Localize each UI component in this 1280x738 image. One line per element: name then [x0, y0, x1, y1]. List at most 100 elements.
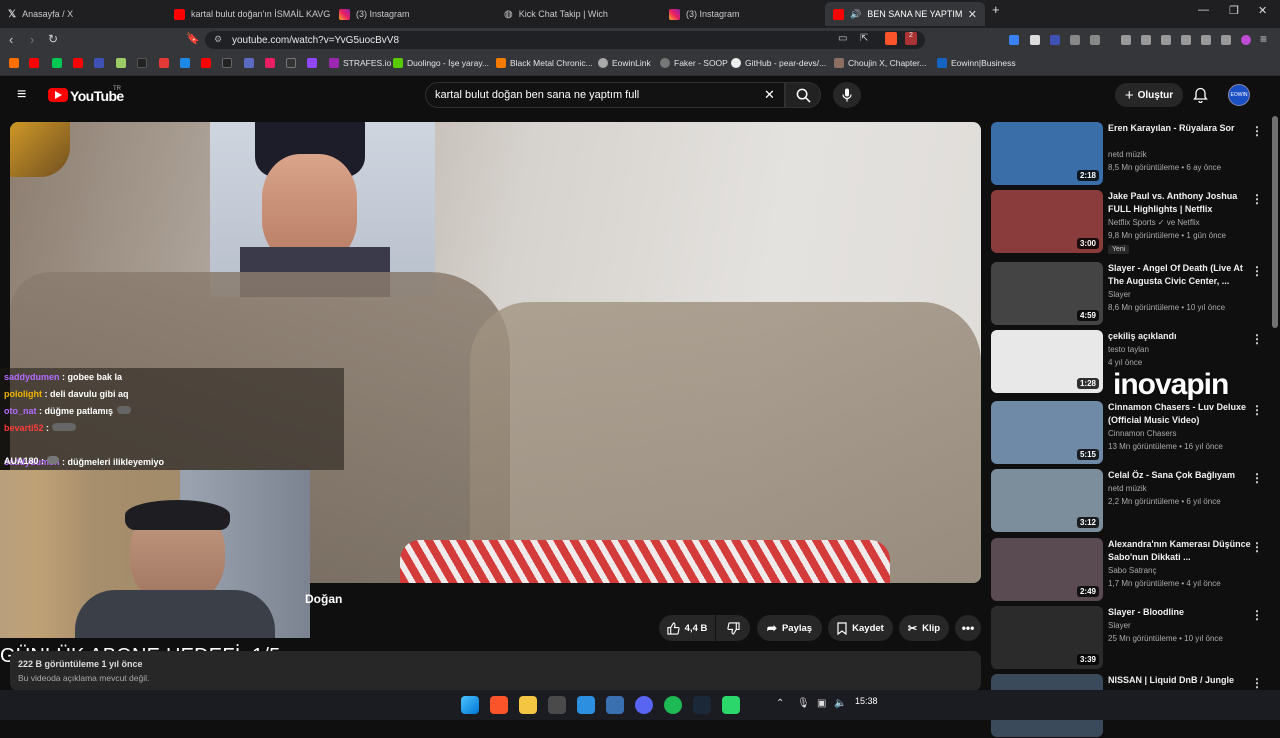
bookmark-choujin[interactable]: Choujin X, Chapter... [834, 58, 926, 68]
create-button[interactable]: + Oluştur [1115, 83, 1183, 107]
youtube-icon[interactable] [201, 58, 211, 68]
forward-icon[interactable]: › [30, 32, 34, 47]
youtube-logo-icon[interactable] [48, 88, 68, 102]
video-thumbnail[interactable]: 4:59 [991, 262, 1103, 325]
sidebar-icon[interactable] [1161, 35, 1171, 45]
recommended-video[interactable]: 3:39 Slayer - Bloodline Slayer 25 Mn görünt… [991, 606, 1271, 670]
recommended-video-title[interactable]: Alexandra'nın Kamerası Düşünce Sabo'nun … [1108, 538, 1253, 564]
more-options-icon[interactable]: ⋮ [1251, 608, 1263, 622]
channel-name[interactable]: netd müzik [1108, 484, 1147, 493]
twitch-icon[interactable] [307, 58, 317, 68]
bookmark-favicon-icon[interactable] [9, 58, 19, 68]
bookmark-github[interactable]: GitHub - pear-devs/... [731, 58, 826, 68]
like-button[interactable]: 4,4 B [659, 615, 715, 641]
recommended-video-title[interactable]: Jake Paul vs. Anthony Joshua FULL Highli… [1108, 190, 1253, 216]
network-icon[interactable]: ▣ [817, 698, 826, 709]
voice-search-button[interactable] [833, 82, 861, 108]
extension-icon[interactable] [1030, 35, 1040, 45]
channel-name[interactable]: Slayer [1108, 290, 1131, 299]
video-thumbnail[interactable]: 3:12 [991, 469, 1103, 532]
url-bar[interactable]: ⚙ youtube.com/watch?v=YvG5uocBvV8 ▭ ⇱ 2 [205, 31, 925, 49]
app-icon[interactable] [606, 696, 624, 714]
youtube-icon[interactable] [29, 58, 39, 68]
save-button[interactable]: Kaydet [828, 615, 893, 641]
bookmark-icon[interactable]: 🔖 [186, 32, 200, 45]
tab-instagram-1[interactable]: (3) Instagram [331, 2, 495, 26]
discord-icon[interactable] [635, 696, 653, 714]
profile-icon[interactable] [1241, 35, 1251, 45]
video-thumbnail[interactable]: 3:39 [991, 606, 1103, 669]
tab-youtube-kavga[interactable]: kartal bulut doğan'ın İSMAİL KAVGA [166, 2, 330, 26]
clear-search-icon[interactable]: ✕ [764, 87, 775, 103]
channel-name[interactable]: Cinnamon Chasers [1108, 429, 1176, 438]
more-options-icon[interactable]: ⋮ [1251, 192, 1263, 206]
video-thumbnail[interactable]: 2:49 [991, 538, 1103, 601]
translate-extension-icon[interactable] [1009, 35, 1019, 45]
dislike-button[interactable] [716, 615, 750, 641]
wallet-icon[interactable] [1181, 35, 1191, 45]
minimize-icon[interactable]: — [1198, 4, 1209, 16]
clip-button[interactable]: ✂ Klip [899, 615, 949, 641]
recommended-video[interactable]: 5:15 Cinnamon Chasers - Luv Deluxe (Offic… [991, 401, 1271, 465]
menu-icon[interactable]: ≡ [1260, 32, 1267, 46]
recommended-video[interactable]: 4:59 Slayer - Angel Of Death (Live At The… [991, 262, 1271, 326]
x-logo-icon[interactable] [222, 58, 232, 68]
bookmark-duolingo[interactable]: Duolingo - İşe yaray... [393, 58, 489, 68]
video-thumbnail[interactable]: 3:00 [991, 190, 1103, 253]
tab-active-youtube[interactable]: 🔊 BEN SANA NE YAPTIM (Saygı ✕ [825, 2, 985, 26]
tab-instagram-2[interactable]: (3) Instagram [661, 2, 825, 26]
brave-shield-icon[interactable] [885, 32, 897, 45]
restore-icon[interactable]: ❐ [1229, 4, 1239, 17]
more-options-icon[interactable]: ⋮ [1251, 471, 1263, 485]
more-options-icon[interactable]: ⋮ [1251, 332, 1263, 346]
instagram-icon[interactable] [265, 58, 275, 68]
windows-start-icon[interactable] [461, 696, 479, 714]
channel-name[interactable]: netd müzik [1108, 150, 1147, 159]
more-options-icon[interactable]: ⋮ [1251, 540, 1263, 554]
vpn-icon[interactable] [1221, 35, 1231, 45]
recommended-video-title[interactable]: Cinnamon Chasers - Luv Deluxe (Official … [1108, 401, 1253, 427]
bookmark-favicon-icon[interactable] [180, 58, 190, 68]
extension-icon[interactable] [1050, 35, 1060, 45]
photos-app-icon[interactable] [577, 696, 595, 714]
tiktok-icon[interactable] [137, 58, 147, 68]
more-options-icon[interactable]: ⋮ [1251, 403, 1263, 417]
microphone-tray-icon[interactable]: 🎙 [797, 698, 810, 709]
reload-icon[interactable]: ↻ [48, 32, 58, 46]
leo-ai-icon[interactable] [1201, 35, 1211, 45]
close-tab-icon[interactable]: ✕ [968, 8, 977, 21]
bookmark-eowinn-business[interactable]: Eowinn|Business [937, 58, 1016, 68]
volume-icon[interactable]: 🔈 [834, 698, 846, 709]
recommended-video[interactable]: 2:18 Eren Karayılan - Rüyalara Sor netd mü… [991, 122, 1271, 186]
recommended-video-title[interactable]: Eren Karayılan - Rüyalara Sor [1108, 122, 1253, 135]
channel-name[interactable]: Sabo Satranç [1108, 566, 1156, 575]
search-input[interactable]: kartal bulut doğan ben sana ne yaptım fu… [425, 82, 785, 108]
site-info-icon[interactable]: ⚙ [214, 34, 222, 45]
video-thumbnail[interactable]: 5:15 [991, 401, 1103, 464]
kick-icon[interactable] [52, 58, 62, 68]
new-tab-button[interactable]: + [992, 2, 1000, 17]
recommended-video-title[interactable]: Slayer - Bloodline [1108, 606, 1253, 619]
kick-icon[interactable] [722, 696, 740, 714]
bookmarks-panel-icon[interactable] [1141, 35, 1151, 45]
close-window-icon[interactable]: ✕ [1258, 4, 1267, 17]
taskbar-clock[interactable]: 15:38 [855, 696, 878, 706]
share-button[interactable]: ➦ Paylaş [757, 615, 822, 641]
tab-x-home[interactable]: 𝕏 Anasayfa / X [0, 2, 165, 26]
file-explorer-icon[interactable] [519, 696, 537, 714]
bookmark-favicon-icon[interactable] [286, 58, 296, 68]
bookmark-favicon-icon[interactable] [116, 58, 126, 68]
bookmark-favicon-icon[interactable] [94, 58, 104, 68]
recommended-video-title[interactable]: NISSAN | Liquid DnB / Jungle [1108, 674, 1253, 687]
extension-icon[interactable] [1090, 35, 1100, 45]
system-tray-chevron-icon[interactable]: ⌃ [776, 698, 784, 709]
hamburger-menu-icon[interactable]: ≡ [17, 86, 26, 104]
channel-name[interactable]: Netflix Sports ✓ ve Netflix [1108, 218, 1200, 227]
more-options-icon[interactable]: ⋮ [1251, 124, 1263, 138]
recommended-video[interactable]: 3:00 Jake Paul vs. Anthony Joshua FULL Hi… [991, 190, 1271, 254]
description-box[interactable] [10, 651, 981, 691]
tool-app-icon[interactable] [548, 696, 566, 714]
bookmark-faker-soop[interactable]: Faker - SOOP [660, 58, 728, 68]
bookmark-favicon-icon[interactable] [244, 58, 254, 68]
tab-kick-chat[interactable]: ◍ Kick Chat Takip | Wich [496, 2, 660, 26]
